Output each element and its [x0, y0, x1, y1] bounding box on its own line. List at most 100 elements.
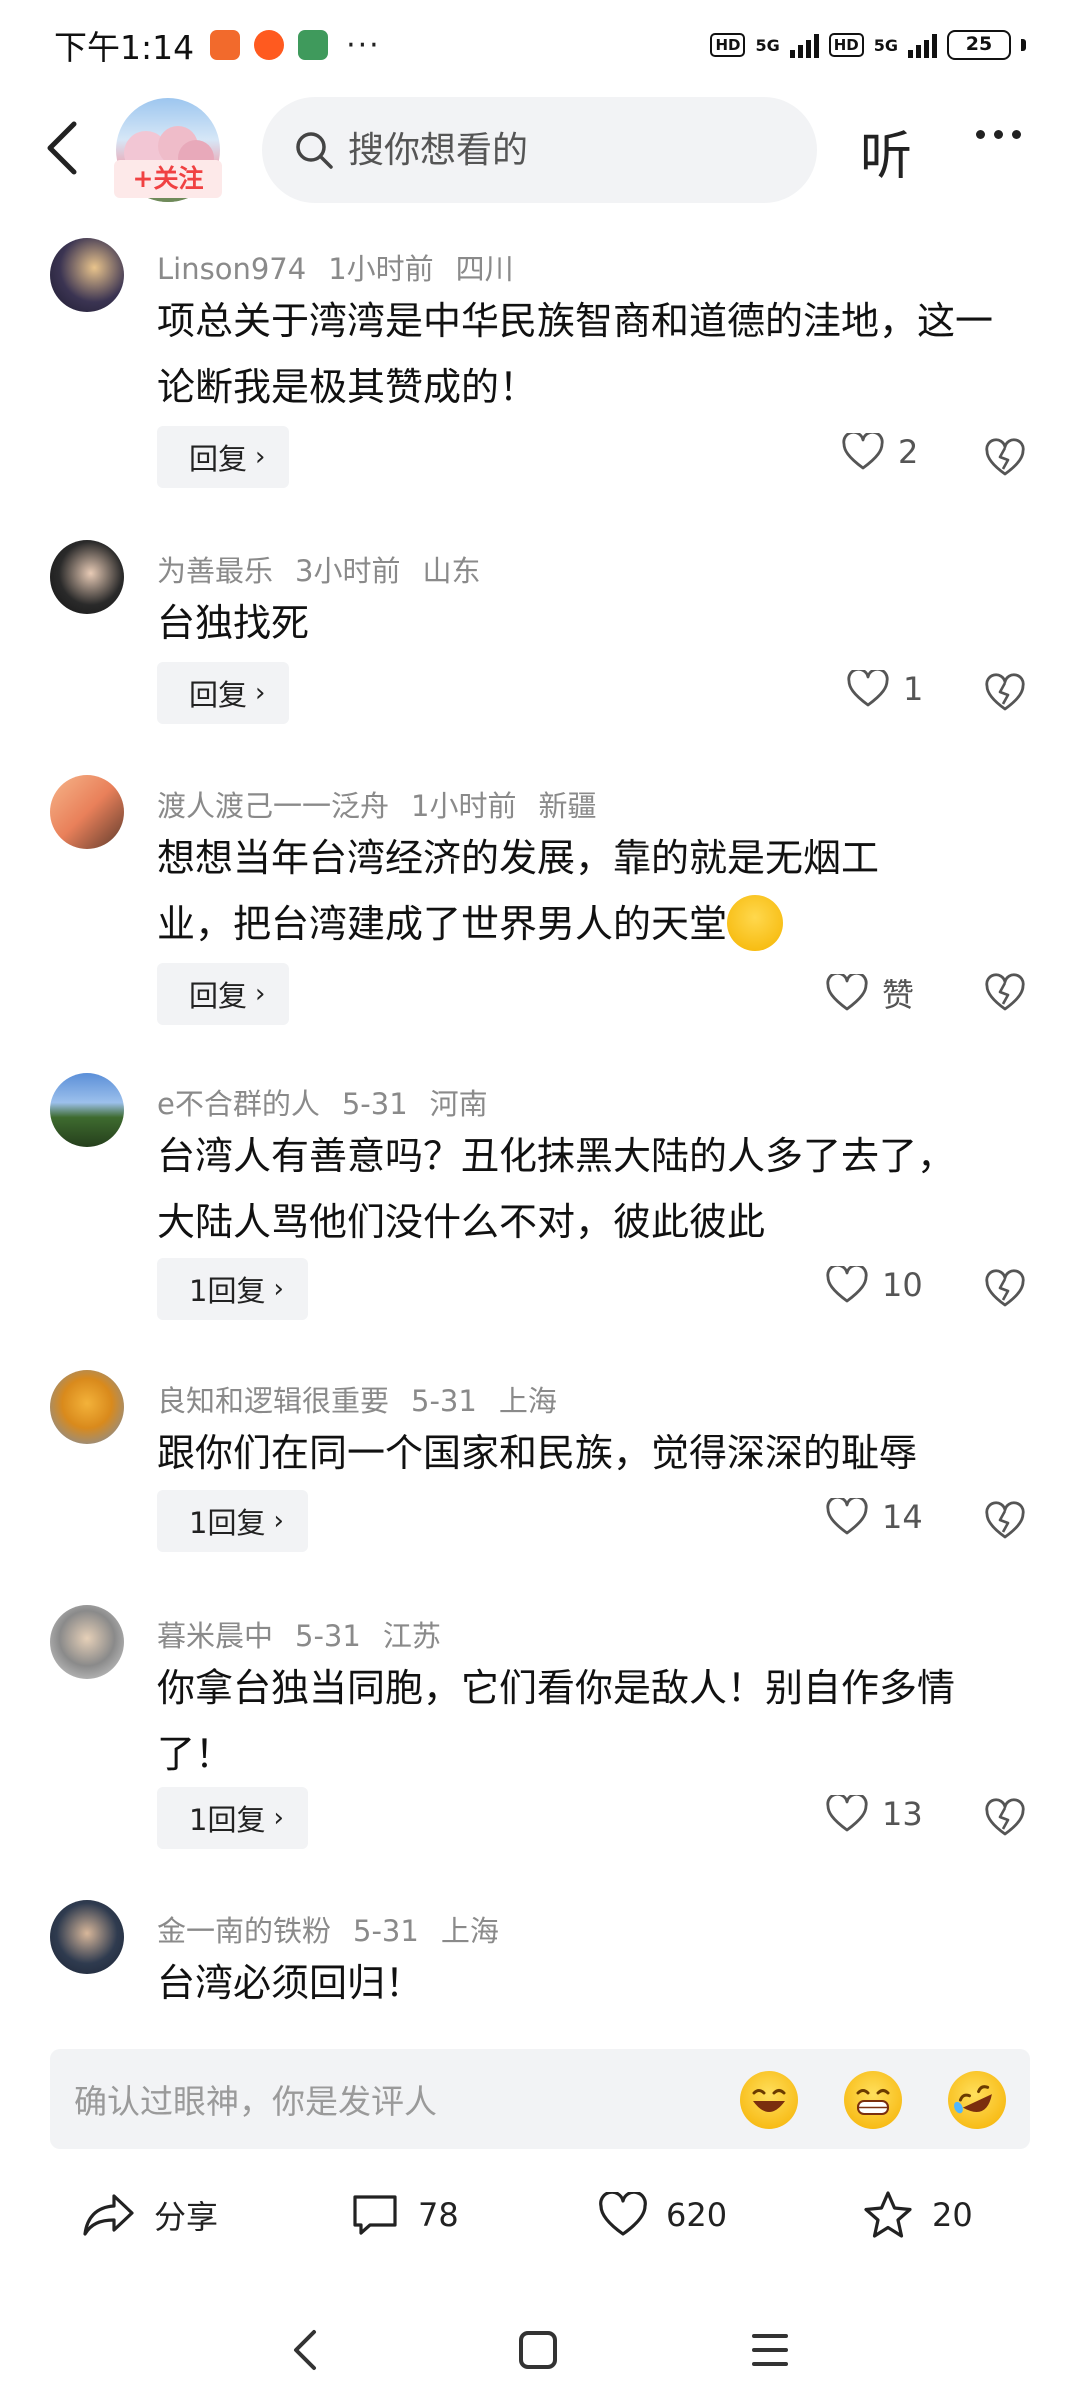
search-bar[interactable] [262, 97, 817, 203]
chevron-right-icon: › [255, 678, 266, 708]
comment-text: 想想当年台湾经济的发展，靠的就是无烟工业，把台湾建成了世界男人的天堂 [157, 825, 947, 957]
chevron-right-icon: › [273, 1506, 284, 1536]
comment-region: 新疆 [538, 789, 597, 823]
battery-level: 25 [965, 33, 993, 55]
reply-button[interactable]: 1回复 › [157, 1490, 308, 1552]
rofl-emoji-icon[interactable] [938, 2061, 1016, 2139]
like-count: 14 [882, 1498, 923, 1536]
like-button[interactable]: 10 [826, 1266, 923, 1304]
reply-label: 1回复 [189, 1274, 266, 1308]
comment-region: 四川 [455, 252, 514, 286]
heart-icon [826, 1266, 868, 1303]
commenter-avatar[interactable] [50, 1605, 124, 1679]
like-post-button[interactable]: 620 [598, 2170, 727, 2260]
like-count: 10 [882, 1266, 923, 1304]
comment-username[interactable]: 良知和逻辑很重要 [157, 1384, 389, 1418]
reply-label: 回复 [189, 979, 248, 1013]
commenter-avatar[interactable] [50, 1073, 124, 1147]
broken-heart-icon[interactable] [985, 973, 1025, 1013]
listen-button[interactable]: 听 [860, 114, 912, 189]
comment-time: 5-31 [411, 1384, 477, 1418]
reply-label: 回复 [189, 678, 248, 712]
broken-heart-icon[interactable] [985, 1501, 1025, 1541]
share-icon [83, 2194, 134, 2236]
comment-text: 台湾必须回归！ [157, 1961, 424, 2005]
comment-time: 5-31 [353, 1914, 419, 1948]
reply-label: 1回复 [189, 1803, 266, 1837]
reply-button[interactable]: 1回复 › [157, 1787, 308, 1849]
comments-count: 78 [418, 2196, 459, 2234]
back-arrow-icon[interactable] [38, 118, 88, 178]
broken-heart-icon[interactable] [985, 1798, 1025, 1838]
commenter-avatar[interactable] [50, 238, 124, 312]
comment-username[interactable]: 暮米晨中 [157, 1619, 273, 1653]
broken-heart-icon[interactable] [985, 438, 1025, 478]
like-count: 1 [903, 670, 924, 708]
like-button[interactable]: 2 [842, 433, 918, 471]
heart-icon [847, 670, 889, 707]
like-button[interactable]: 13 [826, 1795, 923, 1833]
comment-username[interactable]: Linson974 [157, 252, 306, 286]
share-button[interactable]: 分享 [82, 2170, 218, 2260]
comment-input-bar[interactable]: 确认过眼神，你是发评人 [50, 2049, 1030, 2149]
system-menu-icon[interactable] [740, 2320, 800, 2380]
reply-button[interactable]: 回复 › [157, 426, 290, 488]
reply-button[interactable]: 1回复 › [157, 1258, 308, 1320]
comment-username[interactable]: 渡人渡己一一泛舟 [157, 789, 389, 823]
broken-heart-icon[interactable] [985, 673, 1025, 713]
system-home-icon[interactable] [508, 2320, 568, 2380]
like-button[interactable]: 14 [826, 1498, 923, 1536]
commenter-avatar[interactable] [50, 540, 124, 614]
broken-heart-icon[interactable] [985, 1269, 1025, 1309]
comments-button[interactable]: 78 [350, 2170, 459, 2260]
comment-username[interactable]: 金一南的铁粉 [157, 1914, 331, 1948]
signal-icon-1 [789, 32, 819, 58]
comment-username[interactable]: e不合群的人 [157, 1087, 320, 1121]
comment-meta: 金一南的铁粉 5-31 上海 [157, 1908, 521, 1950]
reply-button[interactable]: 回复 › [157, 963, 290, 1025]
game-app-icon [298, 30, 329, 60]
comment-meta: 为善最乐 3小时前 山东 [157, 548, 502, 590]
comment-meta: 良知和逻辑很重要 5-31 上海 [157, 1378, 579, 1420]
battery-icon: 25 [947, 30, 1011, 60]
chevron-right-icon: › [273, 1274, 284, 1304]
reply-label: 1回复 [189, 1506, 266, 1540]
chevron-right-icon: › [255, 979, 266, 1009]
system-back-icon[interactable] [276, 2320, 336, 2380]
comment-meta: 渡人渡己一一泛舟 1小时前 新疆 [157, 783, 618, 825]
comment-input-placeholder: 确认过眼神，你是发评人 [74, 2082, 437, 2121]
comment-region: 上海 [498, 1384, 557, 1418]
search-icon [296, 132, 333, 169]
rofl-emoji-icon [727, 894, 784, 951]
comment-time: 5-31 [295, 1619, 361, 1653]
comment-text: 跟你们在同一个国家和民族，觉得深深的耻辱 [157, 1431, 918, 1475]
commenter-avatar[interactable] [50, 775, 124, 849]
laugh-emoji-icon[interactable] [740, 2071, 798, 2129]
heart-icon [826, 1795, 868, 1832]
comment-region: 上海 [440, 1914, 499, 1948]
comment-text: 台湾人有善意吗？丑化抹黑大陆的人多了去了，大陆人骂他们没什么不对，彼此彼此 [157, 1134, 956, 1244]
like-button[interactable]: 赞 [826, 970, 914, 1016]
share-label: 分享 [154, 2198, 219, 2236]
like-count: 赞 [882, 976, 915, 1014]
favorite-button[interactable]: 20 [862, 2170, 973, 2260]
commenter-avatar[interactable] [50, 1370, 124, 1444]
grin-emoji-icon[interactable] [844, 2071, 902, 2129]
hd-badge-2: HD [828, 33, 864, 57]
more-notifications-icon: ··· [346, 27, 381, 63]
comment-region: 江苏 [382, 1619, 441, 1653]
more-dots-icon[interactable] [976, 130, 1021, 139]
comment-time: 3小时前 [295, 554, 401, 588]
search-input[interactable] [348, 129, 768, 171]
comment-username[interactable]: 为善最乐 [157, 554, 273, 588]
comment-region: 河南 [429, 1087, 488, 1121]
commenter-avatar[interactable] [50, 1900, 124, 1974]
reply-button[interactable]: 回复 › [157, 662, 290, 724]
like-button[interactable]: 1 [847, 670, 923, 708]
taobao-app-icon [254, 30, 285, 60]
hd-badge-1: HD [710, 33, 746, 57]
signal-icon-2 [908, 32, 937, 58]
heart-icon [826, 974, 868, 1011]
follow-button[interactable]: +关注 [114, 160, 222, 198]
status-bar: 下午1:14 ··· HD 5G HD 5G 25 [0, 0, 1080, 90]
